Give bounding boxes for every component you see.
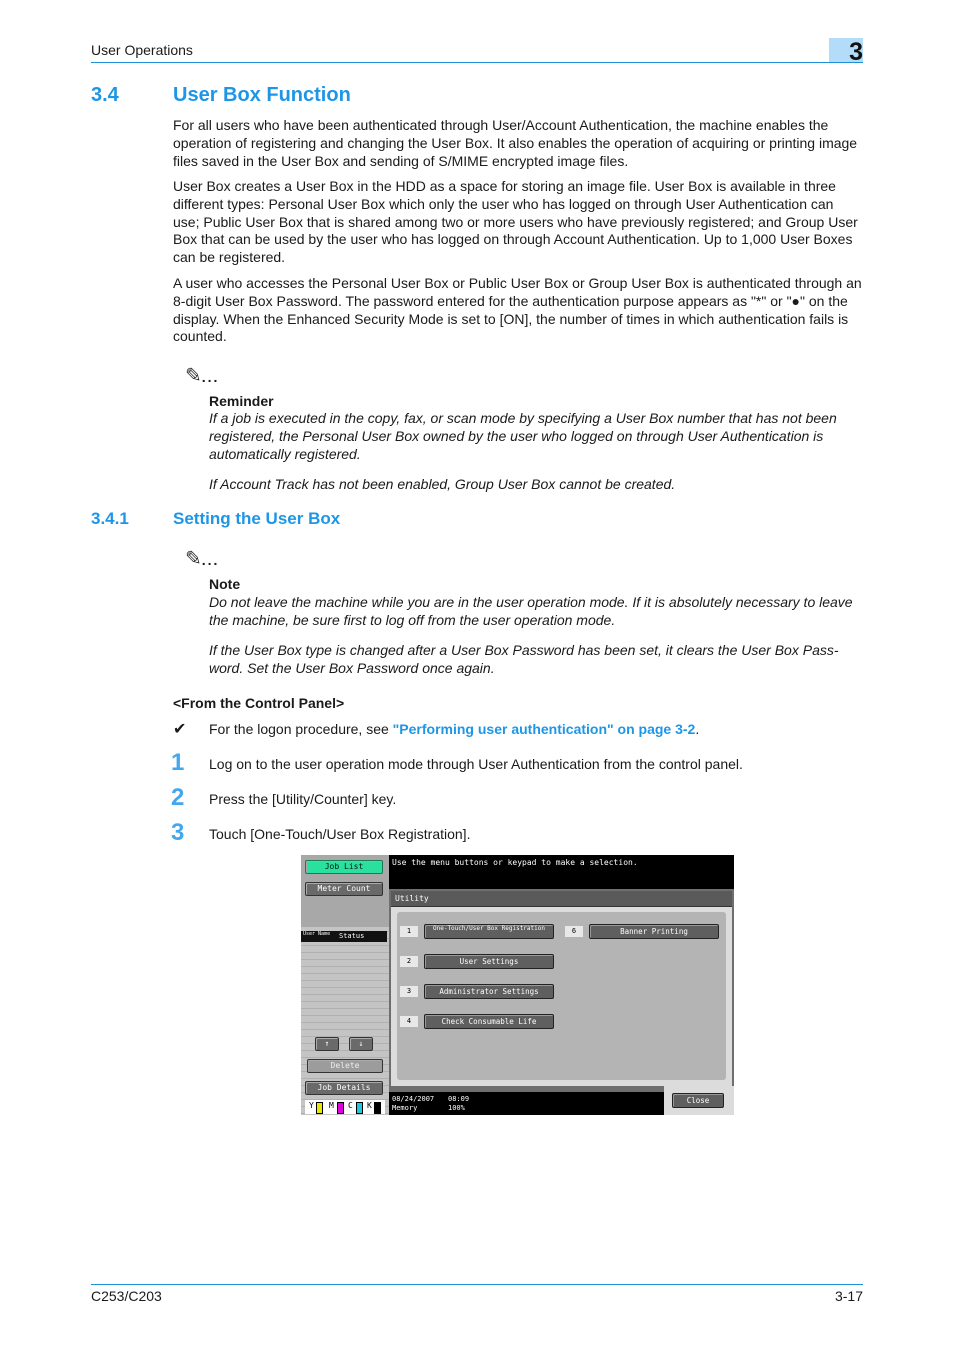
note-label: Note <box>209 576 241 592</box>
utility-menu-area: 1 One-Touch/User Box Registration 2 User… <box>397 912 726 1080</box>
section-number: 3.4 <box>91 84 119 106</box>
control-panel-screenshot: Job List Meter Count User Name Status ↑ … <box>301 855 734 1115</box>
subsection-title: Setting the User Box <box>173 509 341 528</box>
close-area: Close <box>664 1086 734 1115</box>
note-marker: ✎... <box>185 549 219 570</box>
paragraph: User Box creates a User Box in the HDD a… <box>173 178 858 266</box>
delete-button[interactable]: Delete <box>307 1059 383 1073</box>
one-touch-user-box-registration-button[interactable]: One-Touch/User Box Registration <box>424 924 554 939</box>
step-text: Touch [One-Touch/User Box Registration]. <box>209 826 471 842</box>
memory-label: Memory <box>392 1104 418 1112</box>
reminder-label: Reminder <box>209 393 274 409</box>
menu-number: 1 <box>400 926 418 937</box>
note-text: Do not leave the machine while you are i… <box>209 594 853 628</box>
menu-number: 6 <box>565 926 583 937</box>
meter-count-button[interactable]: Meter Count <box>305 882 383 896</box>
running-header: User Operations <box>91 42 193 58</box>
step-text: Press the [Utility/Counter] key. <box>209 791 397 807</box>
note-text: If the User Box type is changed after a … <box>209 642 839 676</box>
status-bar: 08/24/2007 08:09 Memory 100% <box>389 1092 664 1115</box>
toner-m-bar <box>337 1102 344 1114</box>
toner-c-bar <box>356 1102 363 1114</box>
reminder-marker: ✎... <box>185 366 219 387</box>
memory-value: 100% <box>448 1104 465 1112</box>
procedure-title: <From the Control Panel> <box>173 695 345 711</box>
reminder-text: If Account Track has not been enabled, G… <box>209 476 676 492</box>
utility-title: Utility <box>391 891 732 907</box>
footer-rule <box>91 1284 863 1285</box>
checkmark-icon: ✔ <box>173 721 187 738</box>
close-button[interactable]: Close <box>672 1093 724 1108</box>
menu-number: 4 <box>400 1016 418 1027</box>
toner-k-label: K <box>367 1101 372 1110</box>
menu-number: 2 <box>400 956 418 967</box>
section-title: User Box Function <box>173 84 351 106</box>
side-panel: Job List Meter Count User Name Status ↑ … <box>301 855 389 1115</box>
message-bar: Use the menu buttons or keypad to make a… <box>389 855 734 889</box>
toner-m-label: M <box>329 1101 334 1110</box>
user-settings-button[interactable]: User Settings <box>424 954 554 969</box>
menu-number: 3 <box>400 986 418 997</box>
prerequisite-text: For the logon procedure, see <box>209 721 393 737</box>
prerequisite: For the logon procedure, see "Performing… <box>209 721 699 737</box>
ellipsis: ... <box>201 369 220 385</box>
step-text: Log on to the user operation mode throug… <box>209 756 743 772</box>
toner-y-label: Y <box>309 1101 314 1110</box>
scroll-down-button[interactable]: ↓ <box>349 1037 373 1051</box>
paragraph: A user who accesses the Personal User Bo… <box>173 275 862 345</box>
status-header: User Name Status <box>301 931 387 942</box>
utility-window: Utility 1 One-Touch/User Box Registratio… <box>389 889 734 1115</box>
time: 08:09 <box>448 1095 470 1103</box>
toner-levels: Y M C K <box>305 1100 385 1114</box>
footer-page-number: 3-17 <box>834 1288 863 1304</box>
banner-printing-button[interactable]: Banner Printing <box>589 924 719 939</box>
step-number: 2 <box>171 784 185 811</box>
step-number: 3 <box>171 819 185 846</box>
step-number: 1 <box>171 749 185 776</box>
utility-body: 1 One-Touch/User Box Registration 2 User… <box>391 907 732 1086</box>
user-name-column: User Name <box>303 931 331 937</box>
ellipsis: ... <box>201 552 220 568</box>
cross-reference-link[interactable]: "Performing user authentication" on page… <box>393 721 696 737</box>
date: 08/24/2007 <box>392 1095 435 1103</box>
toner-y-bar <box>316 1102 323 1114</box>
status-column: Status <box>339 932 365 940</box>
punctuation: . <box>695 721 700 737</box>
job-list-button[interactable]: Job List <box>305 860 383 874</box>
reminder-text: If a job is executed in the copy, fax, o… <box>209 410 837 462</box>
scroll-up-button[interactable]: ↑ <box>315 1037 339 1051</box>
check-consumable-life-button[interactable]: Check Consumable Life <box>424 1014 554 1029</box>
footer-model: C253/C203 <box>91 1288 162 1304</box>
pencil-icon: ✎ <box>185 548 202 570</box>
pencil-icon: ✎ <box>185 365 202 387</box>
administrator-settings-button[interactable]: Administrator Settings <box>424 984 554 999</box>
toner-k-bar <box>374 1102 381 1114</box>
subsection-number: 3.4.1 <box>91 509 129 528</box>
header-rule <box>91 62 863 63</box>
toner-c-label: C <box>348 1101 353 1110</box>
paragraph: For all users who have been authenticate… <box>173 117 858 169</box>
job-details-button[interactable]: Job Details <box>305 1081 383 1095</box>
chapter-number: 3 <box>849 38 863 66</box>
